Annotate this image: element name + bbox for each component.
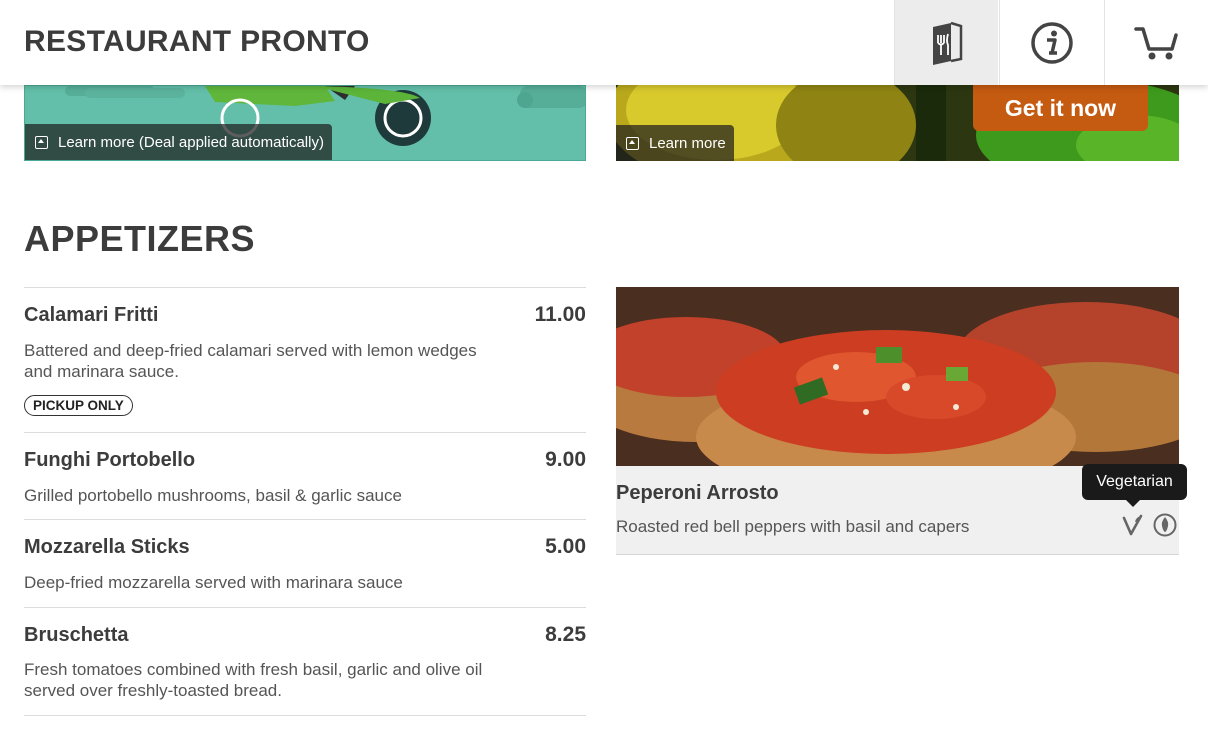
expand-icon (35, 135, 48, 149)
menu-item[interactable]: Funghi Portobello 9.00 Grilled portobell… (24, 432, 586, 519)
item-price: 11.00 (534, 303, 586, 326)
restaurant-name[interactable]: RESTAURANT PRONTO (24, 25, 370, 59)
learn-more-label: Learn more (Deal applied automatically) (58, 133, 324, 151)
info-icon (1030, 21, 1073, 64)
vegetarian-tooltip: Vegetarian (1082, 464, 1187, 507)
item-description-line: Fresh tomatoes combined with fresh basil… (24, 660, 483, 679)
pickup-only-badge: PICKUP ONLY (24, 395, 133, 416)
cart-button[interactable] (1104, 0, 1208, 85)
item-price: 8.25 (545, 623, 586, 646)
item-name: Bruschetta (24, 624, 129, 646)
promo-banner-delivery[interactable]: Learn more (Deal applied automatically) (24, 85, 586, 161)
menu-item[interactable]: Calamari Fritti 11.00 Battered and deep-… (24, 287, 586, 432)
item-price: 9.00 (545, 448, 586, 471)
get-it-now-button[interactable]: Get it now (973, 85, 1148, 131)
learn-more-link[interactable]: Learn more (Deal applied automatically) (25, 124, 332, 160)
item-description-line: Battered and deep-fried calamari served … (24, 341, 477, 360)
menu-book-icon (932, 21, 962, 65)
top-header: RESTAURANT PRONTO (0, 0, 1208, 85)
menu-item-list: Calamari Fritti 11.00 Battered and deep-… (24, 287, 586, 716)
learn-more-label: Learn more (649, 134, 726, 152)
menu-button[interactable] (894, 0, 998, 85)
featured-item-name: Peperoni Arrosto (616, 482, 779, 504)
promo-banner-fruit[interactable]: Get it now Learn more (616, 85, 1179, 161)
featured-item-description: Roasted red bell peppers with basil and … (616, 517, 970, 536)
info-button[interactable] (999, 0, 1103, 85)
expand-icon (626, 136, 639, 150)
vegetarian-icon[interactable] (1121, 513, 1145, 537)
item-price: 5.00 (545, 535, 586, 558)
item-name: Funghi Portobello (24, 449, 196, 471)
item-name: Calamari Fritti (24, 304, 159, 326)
featured-item-card[interactable]: Peperoni Arrosto 9.25 Roasted red bell p… (616, 287, 1179, 555)
bruschetta-photo (616, 287, 1179, 466)
menu-item[interactable]: Mozzarella Sticks 5.00 Deep-fried mozzar… (24, 519, 586, 607)
cart-icon (1133, 26, 1178, 59)
menu-item[interactable]: Bruschetta 8.25 Fresh tomatoes combined … (24, 607, 586, 716)
dietary-icons (1121, 513, 1177, 537)
item-description-line: Grilled portobello mushrooms, basil & ga… (24, 486, 402, 505)
featured-item-photo (616, 287, 1179, 466)
item-description-line: and marinara sauce. (24, 362, 179, 381)
learn-more-link[interactable]: Learn more (616, 125, 734, 161)
item-name: Mozzarella Sticks (24, 536, 190, 558)
item-description-line: served over freshly-toasted bread. (24, 681, 282, 700)
item-description-line: Deep-fried mozzarella served with marina… (24, 573, 403, 592)
section-title: APPETIZERS (24, 218, 256, 259)
gluten-free-icon[interactable] (1153, 513, 1177, 537)
